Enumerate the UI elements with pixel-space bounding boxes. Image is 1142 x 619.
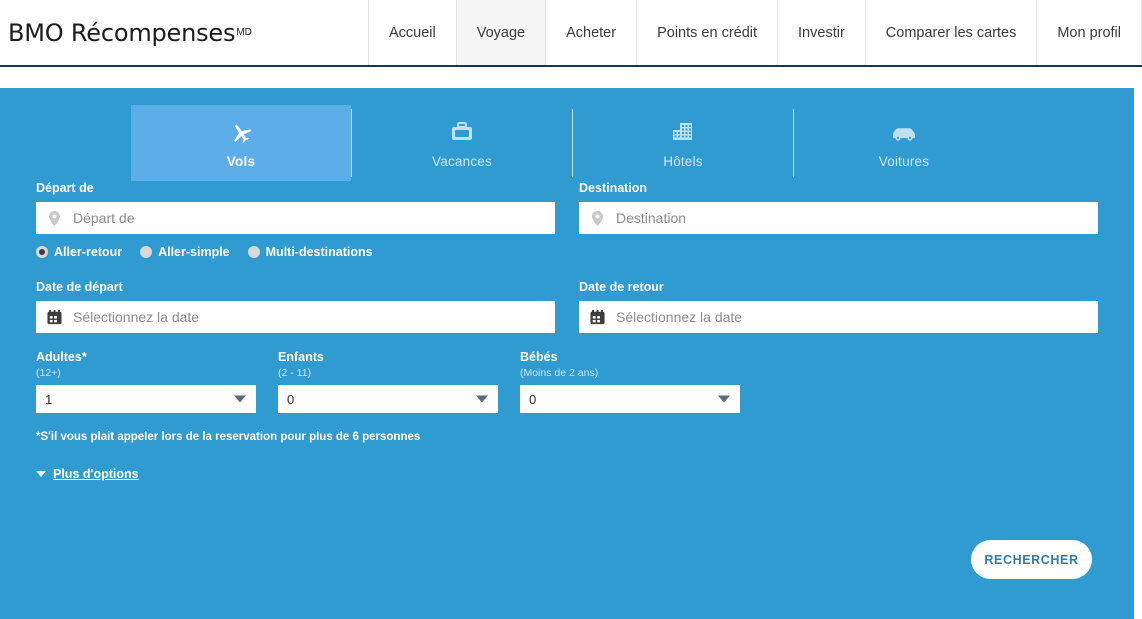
panel-outer: Vols Vacances <box>0 67 1142 619</box>
main-navigation: Accueil Voyage Acheter Points en crédit … <box>368 0 1142 65</box>
locations-row: Départ de Départ de Destination Destinat… <box>36 181 1098 234</box>
children-sublabel: (2 - 11) <box>278 367 498 379</box>
chevron-down-icon <box>234 396 246 403</box>
brand-trademark: MD <box>236 27 252 38</box>
tab-label-vols: Vols <box>227 154 255 169</box>
more-options-toggle[interactable]: Plus d'options <box>36 467 139 481</box>
tab-hotels[interactable]: Hôtels <box>573 105 793 181</box>
radio-dot-icon <box>248 246 260 258</box>
adults-sublabel: (12+) <box>36 367 256 379</box>
nav-item-acheter[interactable]: Acheter <box>545 0 636 65</box>
radio-label-aller-simple: Aller-simple <box>158 245 230 259</box>
more-options-label: Plus d'options <box>53 467 139 481</box>
destination-placeholder: Destination <box>616 210 686 226</box>
depart-date-group: Date de départ <box>36 280 555 333</box>
trip-type-radio-group: Aller-retour Aller-simple Multi-destinat… <box>36 245 1098 259</box>
travel-category-tabs: Vols Vacances <box>0 88 1134 181</box>
origin-label: Départ de <box>36 181 555 195</box>
airplane-icon <box>228 118 254 148</box>
origin-field-group: Départ de Départ de <box>36 181 555 234</box>
depart-date-input[interactable]: Sélectionnez la date <box>36 301 555 333</box>
origin-placeholder: Départ de <box>73 210 134 226</box>
chevron-down-icon <box>36 471 46 477</box>
car-icon <box>889 118 919 148</box>
tab-vols[interactable]: Vols <box>131 105 351 181</box>
radio-label-multi-destinations: Multi-destinations <box>266 245 373 259</box>
tab-label-voitures: Voitures <box>879 154 929 169</box>
chevron-down-icon <box>718 396 730 403</box>
passengers-row: Adultes* (12+) 1 Enfants (2 - 11) 0 Bébé… <box>36 350 1098 413</box>
destination-label: Destination <box>579 181 1098 195</box>
destination-input[interactable]: Destination <box>579 202 1098 234</box>
location-pin-icon <box>46 211 62 226</box>
destination-field-group: Destination Destination <box>579 181 1098 234</box>
nav-item-points-en-credit[interactable]: Points en crédit <box>636 0 777 65</box>
return-date-group: Date de retour <box>579 280 1098 333</box>
tab-vacances[interactable]: Vacances <box>352 105 572 181</box>
depart-date-label: Date de départ <box>36 280 555 294</box>
suitcase-icon <box>448 118 476 148</box>
nav-item-comparer-les-cartes[interactable]: Comparer les cartes <box>865 0 1037 65</box>
radio-aller-retour[interactable]: Aller-retour <box>36 245 122 259</box>
return-date-placeholder: Sélectionnez la date <box>616 309 742 325</box>
nav-item-accueil[interactable]: Accueil <box>368 0 456 65</box>
tab-label-vacances: Vacances <box>432 154 492 169</box>
brand-logo[interactable]: BMO RécompensesMD <box>0 0 252 65</box>
children-value: 0 <box>287 392 294 407</box>
hotel-building-icon <box>669 118 697 148</box>
children-select[interactable]: 0 <box>278 385 498 413</box>
tab-label-hotels: Hôtels <box>663 154 702 169</box>
depart-date-placeholder: Sélectionnez la date <box>73 309 199 325</box>
children-label: Enfants <box>278 350 498 364</box>
radio-dot-icon <box>36 246 48 258</box>
brand-name: BMO Récompenses <box>8 19 235 47</box>
adults-select[interactable]: 1 <box>36 385 256 413</box>
infants-select[interactable]: 0 <box>520 385 740 413</box>
nav-item-voyage[interactable]: Voyage <box>456 0 545 65</box>
nav-item-mon-profil[interactable]: Mon profil <box>1036 0 1142 65</box>
search-button[interactable]: RECHERCHER <box>971 540 1092 579</box>
return-date-input[interactable]: Sélectionnez la date <box>579 301 1098 333</box>
site-header: BMO RécompensesMD Accueil Voyage Acheter… <box>0 0 1142 67</box>
return-date-label: Date de retour <box>579 280 1098 294</box>
location-pin-icon <box>589 211 605 226</box>
tab-voitures[interactable]: Voitures <box>794 105 1014 181</box>
radio-multi-destinations[interactable]: Multi-destinations <box>248 245 373 259</box>
children-group: Enfants (2 - 11) 0 <box>278 350 498 413</box>
infants-value: 0 <box>529 392 536 407</box>
travel-search-panel: Vols Vacances <box>0 88 1134 619</box>
radio-label-aller-retour: Aller-retour <box>54 245 122 259</box>
radio-dot-icon <box>140 246 152 258</box>
radio-aller-simple[interactable]: Aller-simple <box>140 245 230 259</box>
passengers-footnote: *S'il vous plait appeler lors de la rese… <box>36 431 1098 443</box>
chevron-down-icon <box>476 396 488 403</box>
calendar-icon <box>46 310 62 325</box>
infants-group: Bébés (Moins de 2 ans) 0 <box>520 350 740 413</box>
dates-row: Date de départ <box>36 280 1098 333</box>
infants-label: Bébés <box>520 350 740 364</box>
calendar-icon <box>589 310 605 325</box>
flight-search-form: Départ de Départ de Destination Destinat… <box>0 181 1134 482</box>
adults-group: Adultes* (12+) 1 <box>36 350 256 413</box>
adults-label: Adultes* <box>36 350 256 364</box>
origin-input[interactable]: Départ de <box>36 202 555 234</box>
infants-sublabel: (Moins de 2 ans) <box>520 367 740 379</box>
nav-item-investir[interactable]: Investir <box>777 0 865 65</box>
adults-value: 1 <box>45 392 52 407</box>
